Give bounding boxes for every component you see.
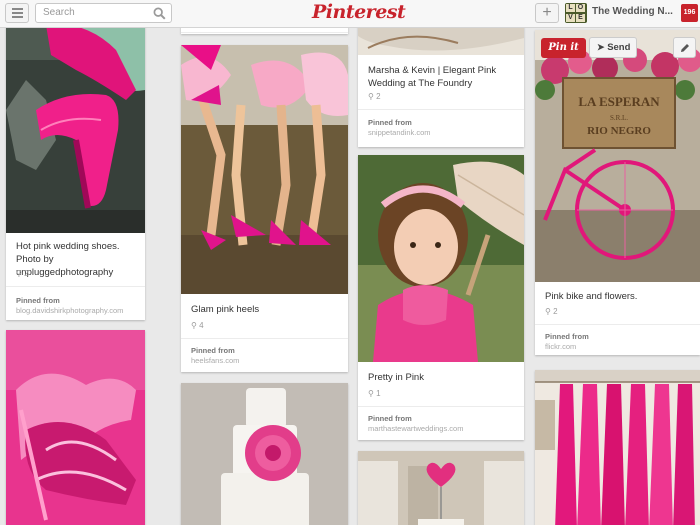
pinned-from-label: Pinned from [368,118,412,127]
avatar[interactable]: L O V E [565,3,587,23]
pin-card[interactable]: LA ESPERAN S.R.L. RIO NEGRO Pink bike an… [535,30,700,355]
pinned-from-label: Pinned from [16,296,60,305]
divider [6,286,145,287]
search-input[interactable]: Search [35,3,172,23]
pencil-icon [680,44,689,52]
pin-image-heart-cake-topper[interactable] [358,451,524,525]
divider [181,32,348,33]
pin-image-wedding-cake[interactable] [181,383,348,525]
pin-card[interactable] [535,370,700,525]
pin-source-link[interactable]: flickr.com [545,342,576,351]
pin-image-pink-bike[interactable]: LA ESPERAN S.R.L. RIO NEGRO [535,30,700,282]
pin-description[interactable]: Hot pink wedding shoes. Photo by unplugg… [16,240,137,279]
divider [181,338,348,339]
repin-count: ⚲ 1 [368,389,381,398]
crate-sign-line3: RIO NEGRO [587,125,651,137]
menu-button[interactable] [5,3,29,23]
avatar-letter: V [566,14,575,22]
pin-card[interactable]: Hot pink wedding shoes. Photo by unplugg… [6,20,145,320]
pin-description[interactable]: Pink bike and flowers. [545,290,692,303]
profile-name[interactable]: The Wedding N... [592,6,673,17]
pin-source-link[interactable]: blog.davidshirkphotography.com [16,306,123,315]
repin-count: ⚲ 2 [368,92,381,101]
pin-description[interactable]: Glam pink heels [191,303,340,316]
repin-count: ⚲ 2 [545,307,558,316]
avatar-letter: E [576,14,585,22]
avatar-letter: L [566,4,575,12]
crate-sign-line1: LA ESPERAN [578,94,660,109]
pinned-from-label: Pinned from [368,414,412,423]
pin-card[interactable]: Pretty in Pink ⚲ 1 Pinned from marthaste… [358,155,524,440]
pinterest-logo[interactable]: Pinterest [312,1,406,23]
pin-card[interactable] [358,451,524,525]
pin-card[interactable]: Marsha & Kevin | Elegant Pink Wedding at… [358,18,524,147]
divider [358,109,524,110]
menu-icon-line [11,16,23,18]
menu-icon-line [11,8,23,10]
pin-image-pink-dresses[interactable] [535,370,700,525]
pin-it-button[interactable]: Pin it [541,38,586,58]
divider [358,406,524,407]
pin-description[interactable]: Pretty in Pink [368,371,516,384]
pin-image-pink-shoes[interactable] [6,20,145,233]
top-bar: Search Pinterest + L O V E The Wedding N… [0,0,700,28]
crate-sign-line2: S.R.L. [610,114,628,122]
notification-badge[interactable]: 196 [681,4,698,22]
repin-count: ⚲ 2 [16,269,29,278]
divider [535,324,700,325]
repin-count-value: 2 [553,307,558,316]
pinned-from-label: Pinned from [545,332,589,341]
pin-source-link[interactable]: marthastewartweddings.com [368,424,463,433]
pin-image-glam-heels[interactable] [181,45,348,294]
repin-count: ⚲ 4 [191,321,204,330]
pin-image-pink-sandals[interactable] [6,330,145,525]
search-icon [153,7,166,20]
pin-card[interactable] [6,330,145,525]
edit-button[interactable] [673,37,696,58]
pin-source-link[interactable]: heelsfans.com [191,356,239,365]
add-pin-button[interactable]: + [535,3,559,23]
send-button[interactable]: ➤ Send [589,37,637,58]
send-label: Send [607,42,631,53]
pin-image-pretty-in-pink[interactable] [358,155,524,362]
send-icon: ➤ [597,42,605,52]
avatar-letter: O [576,4,585,12]
repin-count-value: 2 [376,92,381,101]
repin-count-value: 4 [199,321,204,330]
pin-card[interactable]: Glam pink heels ⚲ 4 Pinned from heelsfan… [181,45,348,372]
pin-description[interactable]: Marsha & Kevin | Elegant Pink Wedding at… [368,64,516,90]
pin-card[interactable] [181,383,348,525]
pinned-from-label: Pinned from [191,346,235,355]
menu-icon-line [11,12,23,14]
search-placeholder: Search [43,7,75,18]
repin-count-value: 1 [376,389,381,398]
repin-count-value: 2 [24,269,29,278]
pin-source-link[interactable]: snippetandink.com [368,128,431,137]
